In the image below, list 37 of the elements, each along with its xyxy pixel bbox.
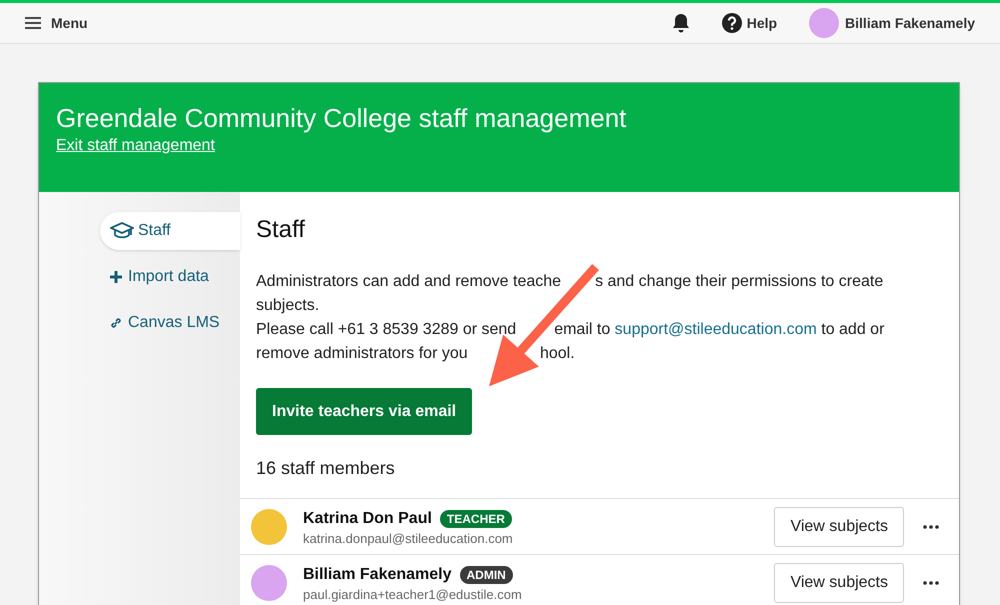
- invite-button[interactable]: Invite teachers via email: [256, 388, 472, 435]
- help-icon[interactable]: [722, 13, 742, 33]
- avatar: [251, 508, 287, 544]
- plus-icon: [110, 271, 122, 283]
- staff-count: 16 staff members: [256, 457, 396, 480]
- info-text: Please call +61 3 8539 3289 or send: [256, 321, 516, 338]
- sidebar-item[interactable]: Staff: [100, 212, 240, 250]
- support-email-link[interactable]: support@stileeducation.com: [614, 321, 817, 338]
- menu-icon[interactable]: [25, 17, 41, 29]
- staff-name: Katrina Don Paul: [303, 508, 432, 528]
- staff-name: Billiam Fakenamely: [303, 564, 452, 584]
- info-text: to add or: [820, 321, 884, 338]
- page-title: Greendale Community College staff management: [56, 102, 628, 134]
- info-text: remove administrators for you: [256, 345, 468, 362]
- more-options-icon[interactable]: [923, 580, 939, 584]
- staff-email: paul.giardina+teacher1@edustile.com: [303, 586, 522, 602]
- staff-email: katrina.donpaul@stileeducation.com: [303, 530, 513, 546]
- info-text: hool.: [540, 345, 575, 362]
- avatar: [251, 564, 287, 600]
- sidebar-item[interactable]: Canvas LMS: [110, 304, 240, 342]
- role-badge: ADMIN: [460, 566, 513, 584]
- role-badge: TEACHER: [440, 510, 512, 528]
- info-text: email to: [554, 321, 612, 338]
- more-options-icon[interactable]: [923, 524, 939, 528]
- view-subjects-button[interactable]: View subjects: [774, 506, 904, 546]
- help-link[interactable]: Help: [746, 12, 778, 34]
- graduation-cap-icon: [110, 222, 134, 240]
- user-name[interactable]: Billiam Fakenamely: [845, 12, 975, 34]
- info-text: subjects.: [256, 297, 320, 314]
- view-subjects-button[interactable]: View subjects: [774, 562, 904, 602]
- info-text: Administrators can add and remove teache: [256, 273, 562, 290]
- section-heading: Staff: [256, 215, 306, 245]
- menu-link[interactable]: Menu: [51, 12, 88, 34]
- notification-bell-icon[interactable]: [672, 13, 690, 33]
- info-text: s and change their permissions to create: [595, 273, 884, 290]
- sidebar-item[interactable]: Import data: [110, 258, 240, 296]
- link-icon: [110, 317, 122, 329]
